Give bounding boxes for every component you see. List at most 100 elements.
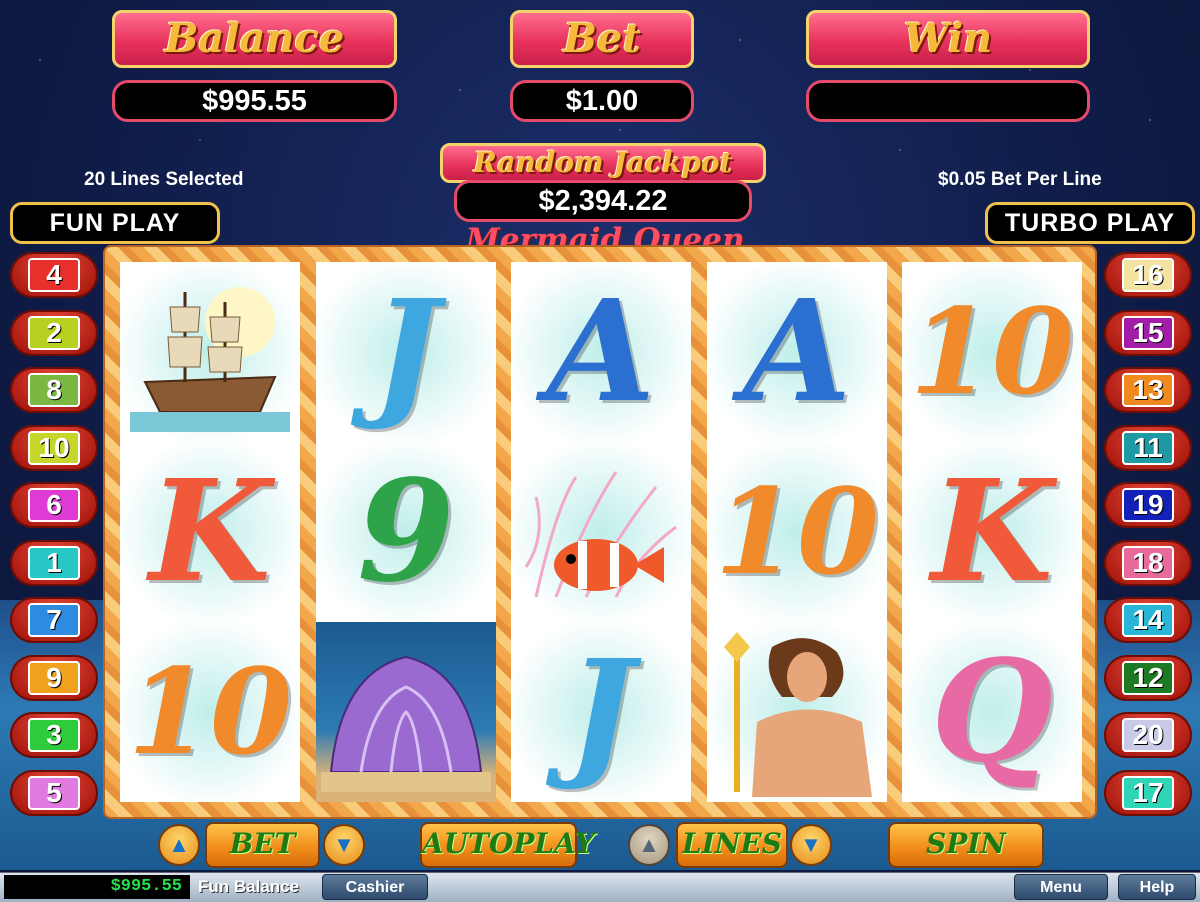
payline-number: 7	[28, 603, 80, 637]
bet-per-line-text: $0.05 Bet Per Line	[938, 169, 1102, 190]
fun-balance-label: Fun Balance	[198, 877, 300, 896]
reel-5: 10 K Q	[902, 262, 1082, 802]
payline-number: 13	[1122, 373, 1174, 407]
reel-cell: J	[511, 622, 691, 802]
lines-selected-text: 20 Lines Selected	[84, 169, 244, 190]
autoplay-button[interactable]: AUTOPLAY	[420, 822, 594, 868]
payline-number: 17	[1122, 775, 1174, 810]
symbol-j: J	[567, 630, 635, 794]
payline-badge[interactable]: 4	[10, 252, 98, 298]
payline-number: 5	[28, 775, 80, 810]
reel-cell: A	[511, 262, 691, 442]
bet-decrease-button[interactable]: ▲	[158, 824, 200, 866]
triangle-up-icon: ▲	[638, 832, 660, 857]
bet-label: Bet	[510, 10, 694, 68]
reel-cell: 10	[120, 622, 300, 802]
payline-number: 9	[28, 660, 80, 695]
payline-badge[interactable]: 13	[1104, 367, 1192, 413]
reel-cell: 10	[707, 442, 887, 622]
clownfish-icon	[524, 471, 677, 598]
payline-number: 1	[28, 545, 80, 580]
symbol-10: 10	[127, 642, 293, 781]
payline-badge[interactable]: 11	[1104, 424, 1192, 471]
fun-play-button[interactable]: FUN PLAY	[10, 202, 220, 244]
reel-cell: A	[707, 262, 887, 442]
reel-2: J 9	[316, 262, 496, 802]
bet-panel: Bet $1.00	[510, 10, 694, 122]
payline-badge[interactable]: 15	[1104, 309, 1192, 356]
reel-cell: Q	[902, 622, 1082, 802]
payline-badge[interactable]: 6	[10, 482, 98, 528]
payline-badge[interactable]: 19	[1104, 482, 1192, 528]
ship-icon	[130, 287, 290, 432]
reel-cell: K	[902, 442, 1082, 622]
bet-increase-button[interactable]: ▼	[323, 824, 365, 866]
reel-cell	[511, 442, 691, 622]
payline-badge[interactable]: 16	[1104, 252, 1192, 298]
reel-cell	[707, 622, 887, 802]
payline-badge[interactable]: 20	[1104, 712, 1192, 758]
payline-badge[interactable]: 12	[1104, 654, 1192, 701]
bet-value: $1.00	[510, 80, 694, 122]
payline-number: 18	[1122, 545, 1174, 580]
lines-increase-button[interactable]: ▼	[790, 824, 832, 866]
triangle-down-icon: ▼	[333, 832, 355, 857]
payline-number: 19	[1122, 488, 1174, 522]
triangle-down-icon: ▼	[800, 832, 822, 857]
win-label: Win	[806, 10, 1090, 68]
symbol-j: J	[372, 270, 440, 434]
balance-value: $995.55	[112, 80, 397, 122]
reel-cell	[120, 262, 300, 442]
reel-1: K 10	[120, 262, 300, 802]
balance-label: Balance	[112, 10, 397, 68]
payline-badge[interactable]: 14	[1104, 597, 1192, 643]
symbol-k: K	[149, 450, 271, 614]
lines-decrease-button[interactable]: ▲	[628, 824, 670, 866]
turbo-play-button[interactable]: TURBO PLAY	[985, 202, 1195, 244]
triangle-up-icon: ▲	[168, 832, 190, 857]
symbol-9: 9	[357, 450, 455, 614]
payline-number: 12	[1122, 660, 1174, 695]
symbol-q: Q	[931, 630, 1053, 794]
payline-badge[interactable]: 17	[1104, 769, 1192, 816]
payline-badge[interactable]: 9	[10, 654, 98, 701]
reel-4: A 10	[707, 262, 887, 802]
payline-number: 8	[28, 373, 80, 407]
merman-icon	[724, 632, 872, 797]
jackpot-panel: Random Jackpot $2,394.22	[440, 143, 766, 223]
bet-button[interactable]: BET	[205, 822, 320, 868]
payline-number: 4	[28, 258, 80, 292]
payline-badge[interactable]: 3	[10, 712, 98, 758]
reel-cell: 9	[316, 442, 496, 622]
payline-number: 3	[28, 718, 80, 752]
payline-badge[interactable]: 8	[10, 367, 98, 413]
symbol-k: K	[931, 450, 1053, 614]
reel-3: A J	[511, 262, 691, 802]
payline-badge[interactable]: 2	[10, 309, 98, 356]
payline-number: 14	[1122, 603, 1174, 637]
reel-cell	[316, 622, 496, 802]
lines-button[interactable]: LINES	[676, 822, 788, 868]
spin-button[interactable]: SPIN	[888, 822, 1044, 868]
jackpot-label: Random Jackpot	[440, 143, 766, 183]
payline-number: 16	[1122, 258, 1174, 292]
cashier-button[interactable]: Cashier	[322, 874, 428, 900]
win-panel: Win	[806, 10, 1090, 122]
payline-number: 15	[1122, 315, 1174, 350]
payline-badge[interactable]: 1	[10, 539, 98, 586]
payline-number: 10	[28, 430, 80, 465]
fun-balance-display: $995.55	[4, 875, 190, 899]
help-button[interactable]: Help	[1118, 874, 1196, 900]
payline-number: 11	[1122, 430, 1174, 465]
win-value	[806, 80, 1090, 122]
menu-button[interactable]: Menu	[1014, 874, 1108, 900]
payline-number: 20	[1122, 718, 1174, 752]
payline-badge[interactable]: 5	[10, 769, 98, 816]
payline-number: 2	[28, 315, 80, 350]
symbol-a: A	[742, 270, 852, 434]
symbol-a: A	[546, 270, 656, 434]
payline-badge[interactable]: 18	[1104, 539, 1192, 586]
payline-badge[interactable]: 7	[10, 597, 98, 643]
symbol-10: 10	[909, 282, 1075, 421]
payline-badge[interactable]: 10	[10, 424, 98, 471]
